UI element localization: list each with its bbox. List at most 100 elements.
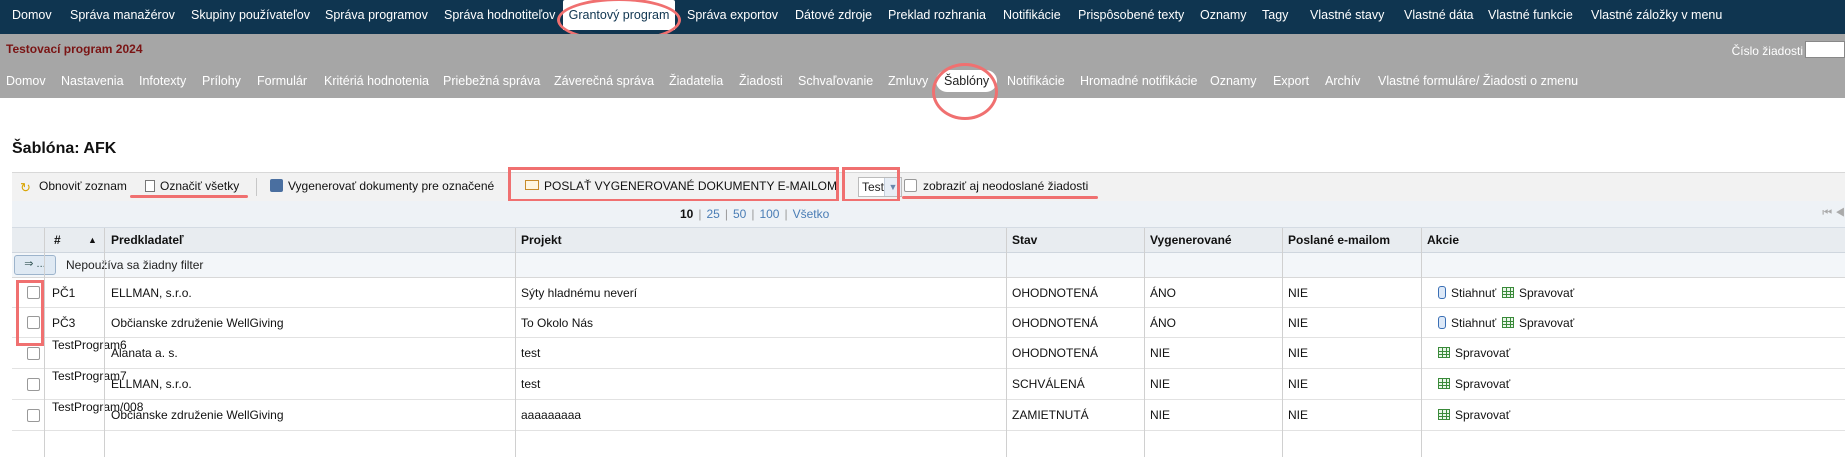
topnav-datove-zdroje[interactable]: Dátové zdroje bbox=[795, 0, 872, 30]
column-header-number[interactable]: # bbox=[54, 233, 61, 247]
row-emailed: NIE bbox=[1288, 377, 1309, 391]
column-header-applicant[interactable]: Predkladateľ bbox=[111, 233, 184, 247]
table-row[interactable]: TestProgram/008 Občianske združenie Well… bbox=[12, 400, 1845, 431]
manage-link[interactable]: Spravovať bbox=[1438, 346, 1510, 360]
subnav-kriteria-hodnotenia[interactable]: Kritériá hodnotenia bbox=[324, 74, 429, 88]
manage-link[interactable]: Spravovať bbox=[1438, 408, 1510, 422]
topnav-skupiny-pouzivatelov[interactable]: Skupiny používateľov bbox=[191, 0, 310, 30]
grid-icon bbox=[1438, 409, 1450, 420]
subnav-zmluvy[interactable]: Zmluvy bbox=[888, 74, 928, 88]
show-unsent-toggle[interactable]: zobraziť aj neodoslané žiadosti bbox=[904, 179, 1088, 193]
topnav-vlastne-stavy[interactable]: Vlastné stavy bbox=[1310, 0, 1384, 30]
column-divider bbox=[515, 228, 516, 457]
page-size-all[interactable]: Všetko bbox=[793, 207, 830, 221]
subnav-priebezna-sprava[interactable]: Priebežná správa bbox=[443, 74, 540, 88]
manage-link[interactable]: Spravovať bbox=[1438, 377, 1510, 391]
subnav-prilohy[interactable]: Prílohy bbox=[202, 74, 241, 88]
topnav-sprava-manazerov[interactable]: Správa manažérov bbox=[70, 0, 175, 30]
subnav-sablony[interactable]: Šablóny bbox=[936, 70, 998, 92]
page-size-100[interactable]: 100 bbox=[759, 207, 779, 221]
subnav-ziadatelia[interactable]: Žiadatelia bbox=[669, 74, 723, 88]
manage-label: Spravovať bbox=[1519, 286, 1575, 300]
topnav-prisposobene-texty[interactable]: Prispôsobené texty bbox=[1078, 0, 1184, 30]
table-row[interactable]: PČ3 Občianske združenie WellGiving To Ok… bbox=[12, 308, 1845, 338]
row-checkbox[interactable] bbox=[27, 286, 40, 299]
row-checkbox[interactable] bbox=[27, 347, 40, 360]
subnav-archiv[interactable]: Archív bbox=[1325, 74, 1360, 88]
topnav-vlastne-data[interactable]: Vlastné dáta bbox=[1404, 0, 1474, 30]
topnav-sprava-programov[interactable]: Správa programov bbox=[325, 0, 428, 30]
generate-documents-button[interactable]: Vygenerovať dokumenty pre označené bbox=[270, 179, 494, 193]
template-select[interactable]: Test ▼ bbox=[858, 177, 902, 197]
topnav-oznamy[interactable]: Oznamy bbox=[1200, 0, 1247, 30]
row-project: Sýty hladnému neverí bbox=[521, 286, 638, 300]
column-header-emailed[interactable]: Poslané e-mailom bbox=[1288, 233, 1390, 247]
pagination-bar: 10 | 25 | 50 | 100 | Všetko ⏮ ◀ bbox=[12, 201, 1845, 228]
row-applicant: Občianske združenie WellGiving bbox=[111, 316, 284, 330]
manage-link[interactable]: Spravovať bbox=[1502, 286, 1574, 300]
subnav-vlastne-formulare[interactable]: Vlastné formuláre/ Žiadosti o zmenu bbox=[1378, 74, 1578, 88]
annotation-underline-select-all bbox=[130, 195, 248, 198]
refresh-list-button[interactable]: ↻ Obnoviť zoznam bbox=[20, 179, 127, 194]
filter-row: ⇒ ... Nepoužíva sa žiadny filter bbox=[12, 253, 1845, 278]
topnav-vlastne-funkcie[interactable]: Vlastné funkcie bbox=[1488, 0, 1573, 30]
subnav-oznamy[interactable]: Oznamy bbox=[1210, 74, 1257, 88]
application-number-input[interactable] bbox=[1805, 41, 1845, 58]
column-header-status[interactable]: Stav bbox=[1012, 233, 1037, 247]
table-row[interactable]: TestProgram6 Alanata a. s. test OHODNOTE… bbox=[12, 338, 1845, 369]
page-size-50[interactable]: 50 bbox=[733, 207, 746, 221]
row-checkbox[interactable] bbox=[27, 316, 40, 329]
grid-icon bbox=[1502, 287, 1514, 298]
column-header-generated[interactable]: Vygenerované bbox=[1150, 233, 1232, 247]
subnav-ziadosti[interactable]: Žiadosti bbox=[739, 74, 783, 88]
download-link[interactable]: Stiahnuť bbox=[1438, 286, 1496, 300]
pager-first-prev-icons[interactable]: ⏮ ◀ bbox=[1822, 207, 1845, 220]
chevron-down-icon[interactable]: ▼ bbox=[884, 178, 901, 196]
document-icon bbox=[145, 180, 155, 192]
application-number-label: Číslo žiadosti bbox=[1731, 44, 1803, 58]
show-unsent-checkbox[interactable] bbox=[904, 179, 917, 192]
subnav-export[interactable]: Export bbox=[1273, 74, 1309, 88]
topnav-domov[interactable]: Domov bbox=[12, 0, 52, 30]
subnav-hromadne-notifikacie[interactable]: Hromadné notifikácie bbox=[1080, 74, 1197, 88]
send-email-label: POSLAŤ VYGENEROVANÉ DOKUMENTY E-MAILOM bbox=[544, 179, 837, 193]
row-status: ZAMIETNUTÁ bbox=[1012, 408, 1089, 422]
send-email-button[interactable]: POSLAŤ VYGENEROVANÉ DOKUMENTY E-MAILOM bbox=[525, 179, 837, 193]
row-generated: NIE bbox=[1150, 377, 1171, 391]
subnav-schvalovanie[interactable]: Schvaľovanie bbox=[798, 74, 873, 88]
row-applicant: Občianske združenie WellGiving bbox=[111, 408, 284, 422]
topnav-preklad-rozhrania[interactable]: Preklad rozhrania bbox=[888, 0, 986, 30]
table-row[interactable]: TestProgram7 ELLMAN, s.r.o. test SCHVÁLE… bbox=[12, 369, 1845, 400]
column-divider bbox=[44, 228, 45, 457]
row-checkbox[interactable] bbox=[27, 378, 40, 391]
subnav-notifikacie[interactable]: Notifikácie bbox=[1007, 74, 1065, 88]
select-all-button[interactable]: Označiť všetky bbox=[145, 179, 239, 193]
column-header-project[interactable]: Projekt bbox=[521, 233, 562, 247]
table-row-partial bbox=[12, 431, 1845, 457]
topnav-grantovy-program[interactable]: Grantový program bbox=[563, 0, 675, 34]
filter-button[interactable]: ⇒ ... bbox=[14, 255, 56, 275]
row-id: TestProgram/008 bbox=[52, 400, 144, 414]
subnav-zaverecna-sprava[interactable]: Záverečná správa bbox=[554, 74, 654, 88]
manage-link[interactable]: Spravovať bbox=[1502, 316, 1574, 330]
subnav-infotexty[interactable]: Infotexty bbox=[139, 74, 186, 88]
show-unsent-label: zobraziť aj neodoslané žiadosti bbox=[923, 179, 1089, 193]
row-checkbox[interactable] bbox=[27, 409, 40, 422]
subnav-formular[interactable]: Formulár bbox=[257, 74, 307, 88]
page-size-25[interactable]: 25 bbox=[706, 207, 719, 221]
subnav-nastavenia[interactable]: Nastavenia bbox=[61, 74, 124, 88]
download-link[interactable]: Stiahnuť bbox=[1438, 316, 1496, 330]
row-id: TestProgram7 bbox=[52, 369, 127, 383]
topnav-tagy[interactable]: Tagy bbox=[1262, 0, 1288, 30]
topnav-vlastne-zalozky[interactable]: Vlastné záložky v menu bbox=[1591, 0, 1722, 30]
subnav-domov[interactable]: Domov bbox=[6, 74, 46, 88]
sort-ascending-icon[interactable]: ▲ bbox=[88, 235, 97, 245]
grid-icon bbox=[1438, 378, 1450, 389]
topnav-sprava-hodnotitelov[interactable]: Správa hodnotiteľov bbox=[444, 0, 555, 30]
row-generated: NIE bbox=[1150, 408, 1171, 422]
row-emailed: NIE bbox=[1288, 408, 1309, 422]
topnav-sprava-exportov[interactable]: Správa exportov bbox=[687, 0, 778, 30]
toolbar-separator bbox=[256, 178, 257, 196]
table-row[interactable]: PČ1 ELLMAN, s.r.o. Sýty hladnému neverí … bbox=[12, 278, 1845, 308]
topnav-notifikacie[interactable]: Notifikácie bbox=[1003, 0, 1061, 30]
